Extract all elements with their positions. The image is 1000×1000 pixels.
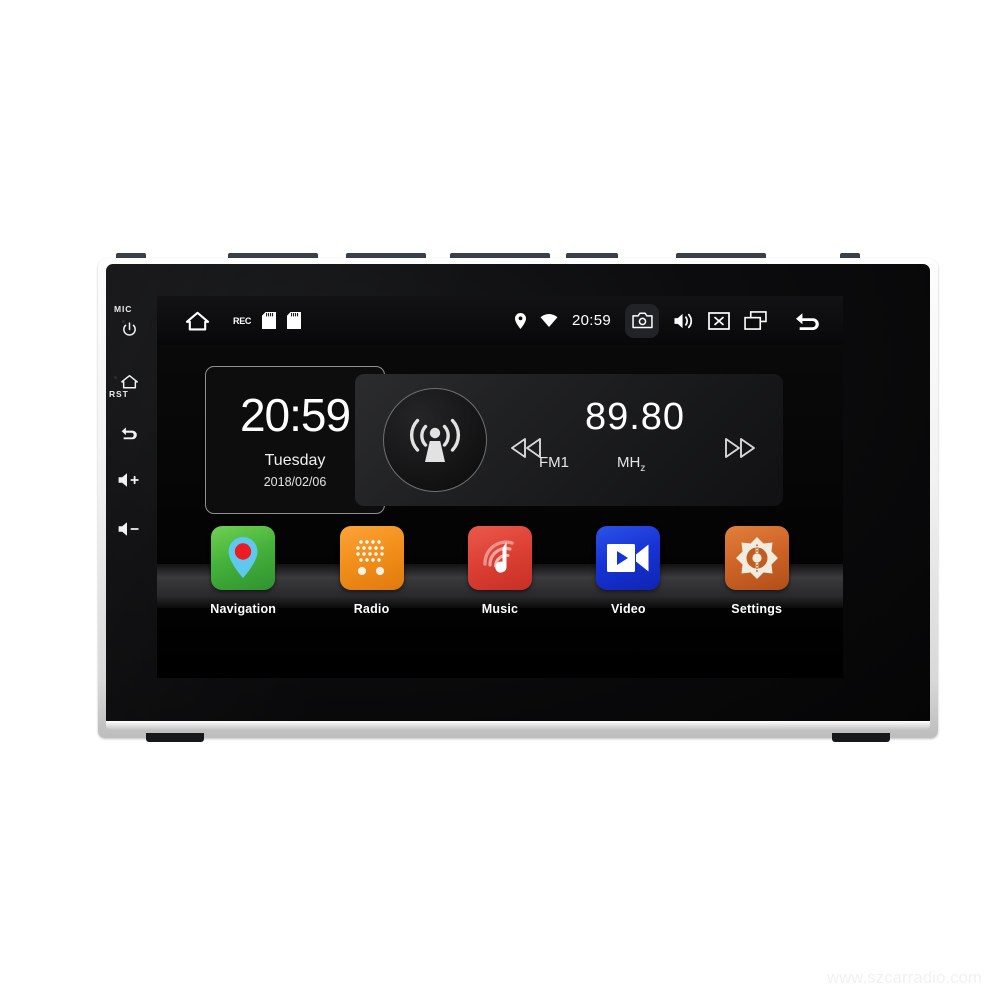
recent-apps-icon	[744, 311, 767, 330]
lcd-screen[interactable]: REC 20:59 20:59 Tuesday 2018/02/06 89.80…	[157, 296, 843, 678]
volume-up-button[interactable]	[114, 467, 144, 493]
unit-main: MH	[617, 454, 641, 471]
sd-card-icon	[287, 312, 302, 329]
app-navigation[interactable]: Navigation	[195, 526, 291, 616]
home-icon	[185, 311, 210, 331]
broadcast-antenna-icon	[410, 418, 460, 462]
location-pin-icon	[514, 312, 526, 329]
app-settings[interactable]: Settings	[709, 526, 805, 616]
app-video[interactable]: Video	[580, 526, 676, 616]
radio-unit-label: MHz	[617, 454, 645, 474]
radio-widget[interactable]: 89.80 FM1 MHz	[355, 374, 783, 506]
car-stereo-device: MIC RST REC 20:59 20:59 Tuesday 2018/02/…	[98, 253, 938, 742]
speaker-icon	[674, 313, 693, 328]
clock-day: Tuesday	[264, 451, 326, 469]
volume-up-icon	[118, 473, 139, 487]
close-app-button[interactable]	[708, 311, 730, 330]
location-status-icon	[514, 312, 526, 329]
statusbar-back-button[interactable]	[793, 310, 821, 332]
app-music[interactable]: Music	[452, 526, 548, 616]
status-bar: REC 20:59	[157, 296, 843, 345]
music-app-label: Music	[481, 602, 519, 616]
volume-down-button[interactable]	[114, 516, 144, 542]
left-bezel-controls: MIC RST	[98, 258, 158, 738]
app-radio[interactable]: Radio	[324, 526, 420, 616]
close-box-icon	[708, 311, 730, 330]
seek-backward-icon	[511, 438, 541, 458]
sdcard-1-icon	[262, 312, 277, 329]
music-note-icon	[483, 540, 514, 573]
bottom-chrome-lip	[106, 721, 930, 730]
recent-apps-button[interactable]	[744, 311, 767, 330]
radio-readout: 89.80 FM1 MHz	[487, 374, 783, 506]
back-arrow-icon	[121, 427, 137, 440]
site-watermark: www.szcarradio.com	[827, 969, 982, 987]
sd-card-icon	[262, 312, 277, 329]
back-button[interactable]	[116, 419, 142, 445]
gear-icon	[735, 537, 778, 579]
camera-icon	[631, 312, 653, 329]
wifi-icon	[540, 313, 558, 327]
status-bar-right: 20:59	[514, 303, 843, 338]
video-app-label: Video	[610, 602, 646, 616]
radio-frequency: 89.80	[584, 396, 686, 438]
rec-indicator: REC	[233, 315, 252, 326]
rst-label: RST	[109, 389, 129, 399]
map-pin-icon	[228, 537, 258, 578]
settings-app-icon[interactable]	[724, 526, 789, 590]
seek-forward-icon	[725, 438, 755, 458]
settings-app-label: Settings	[731, 602, 783, 616]
navigation-app-label: Navigation	[210, 602, 277, 616]
power-button[interactable]	[116, 316, 142, 342]
unit-sub: z	[640, 463, 646, 474]
radio-seek-up-button[interactable]	[723, 436, 757, 465]
back-arrow-icon	[796, 312, 819, 330]
radio-antenna-badge	[383, 388, 487, 492]
clock-time: 20:59	[239, 388, 351, 441]
volume-down-icon	[118, 522, 139, 536]
home-icon	[120, 374, 138, 388]
video-app-icon[interactable]	[596, 526, 661, 590]
navigation-app-icon[interactable]	[211, 526, 276, 590]
device-foot	[832, 733, 890, 742]
volume-status-button[interactable]	[673, 312, 694, 330]
radio-app-icon[interactable]	[339, 526, 404, 590]
app-dock: Navigation Radio Music Video Settings	[157, 526, 843, 651]
radio-app-label: Radio	[353, 602, 390, 616]
sdcard-2-icon	[287, 312, 302, 329]
statusbar-clock: 20:59	[571, 312, 611, 329]
clock-date: 2018/02/06	[263, 474, 327, 489]
mic-label: MIC	[114, 304, 133, 314]
power-icon	[122, 321, 136, 336]
radio-band-label: FM1	[539, 454, 569, 471]
wifi-status-icon	[540, 313, 558, 328]
video-camera-icon	[607, 544, 649, 572]
radio-seek-down-button[interactable]	[509, 436, 543, 465]
radio-grille-icon	[355, 540, 384, 576]
screenshot-button[interactable]	[625, 303, 659, 338]
statusbar-home-button[interactable]	[185, 310, 210, 332]
music-app-icon[interactable]	[467, 526, 532, 590]
status-bar-left: REC	[157, 310, 302, 332]
reset-pinhole[interactable]	[114, 376, 117, 379]
